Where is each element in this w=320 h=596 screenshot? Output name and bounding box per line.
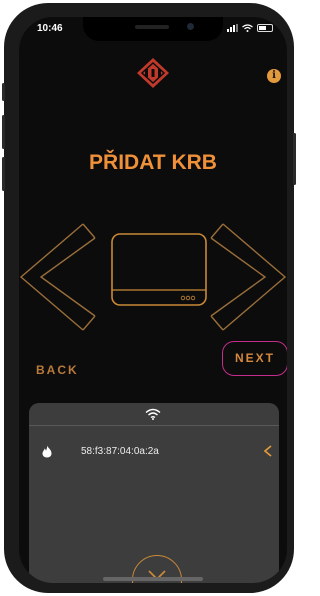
page-title: PŘIDAT KRB — [89, 151, 217, 174]
notch — [83, 17, 223, 41]
wifi-icon — [145, 408, 161, 420]
list-item[interactable]: 58:f3:87:04:0a:2a — [29, 437, 279, 467]
mute-switch — [2, 83, 5, 101]
phone-frame: 10:46 i PŘIDAT KRB BACK NEXT 58:f3:87:04… — [2, 3, 296, 593]
signal-icon — [227, 24, 238, 32]
app-screen: 10:46 i PŘIDAT KRB BACK NEXT 58:f3:87:04… — [19, 17, 287, 583]
device-carousel — [19, 223, 287, 331]
device-list-sheet: 58:f3:87:04:0a:2a — [29, 403, 279, 583]
dru-logo-icon — [137, 58, 169, 88]
next-button[interactable]: NEXT — [222, 341, 287, 376]
chevron-left-icon[interactable] — [264, 445, 272, 457]
status-indicators — [227, 24, 273, 32]
carousel-next-arrow-icon[interactable] — [210, 223, 287, 331]
power-button — [293, 133, 296, 185]
home-indicator[interactable] — [103, 577, 203, 581]
status-time: 10:46 — [37, 23, 63, 34]
carousel-prev-arrow-icon[interactable] — [19, 223, 96, 331]
back-button[interactable]: BACK — [36, 363, 79, 377]
battery-icon — [257, 24, 273, 32]
wifi-status-icon — [242, 24, 253, 32]
fireplace-device-icon — [111, 233, 207, 306]
speaker — [135, 25, 169, 29]
volume-up-button — [2, 115, 5, 149]
flame-icon — [42, 445, 52, 458]
info-icon[interactable]: i — [267, 69, 281, 83]
device-mac-address: 58:f3:87:04:0a:2a — [81, 446, 159, 457]
volume-down-button — [2, 157, 5, 191]
sheet-header — [29, 403, 279, 426]
front-camera — [187, 23, 194, 30]
